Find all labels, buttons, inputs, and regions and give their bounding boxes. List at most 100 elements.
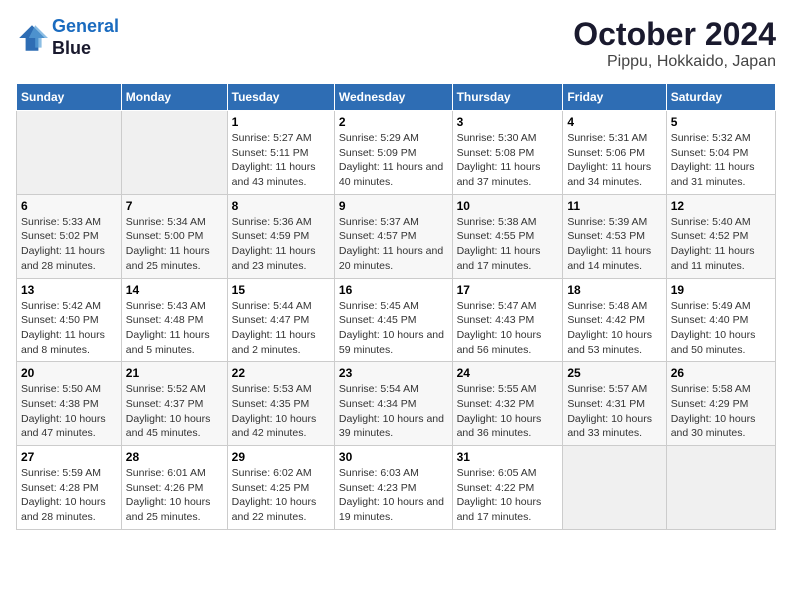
weekday-header: Thursday	[452, 84, 563, 111]
day-detail: Sunrise: 5:29 AMSunset: 5:09 PMDaylight:…	[339, 131, 448, 190]
calendar-week-row: 6 Sunrise: 5:33 AMSunset: 5:02 PMDaylight…	[17, 194, 776, 278]
calendar-cell: 17 Sunrise: 5:47 AMSunset: 4:43 PMDayligh…	[452, 278, 563, 362]
day-detail: Sunrise: 5:59 AMSunset: 4:28 PMDaylight:…	[21, 466, 117, 525]
calendar-cell: 18 Sunrise: 5:48 AMSunset: 4:42 PMDayligh…	[563, 278, 666, 362]
calendar-week-row: 20 Sunrise: 5:50 AMSunset: 4:38 PMDayligh…	[17, 362, 776, 446]
calendar-cell: 12 Sunrise: 5:40 AMSunset: 4:52 PMDayligh…	[666, 194, 775, 278]
day-number: 23	[339, 366, 448, 380]
day-detail: Sunrise: 5:40 AMSunset: 4:52 PMDaylight:…	[671, 215, 771, 274]
day-number: 6	[21, 199, 117, 213]
day-number: 11	[567, 199, 661, 213]
day-number: 2	[339, 115, 448, 129]
calendar-cell: 28 Sunrise: 6:01 AMSunset: 4:26 PMDayligh…	[121, 446, 227, 530]
day-detail: Sunrise: 5:47 AMSunset: 4:43 PMDaylight:…	[457, 299, 559, 358]
day-detail: Sunrise: 5:27 AMSunset: 5:11 PMDaylight:…	[232, 131, 330, 190]
day-detail: Sunrise: 5:48 AMSunset: 4:42 PMDaylight:…	[567, 299, 661, 358]
day-number: 29	[232, 450, 330, 464]
logo: General Blue	[16, 16, 119, 59]
calendar-cell: 31 Sunrise: 6:05 AMSunset: 4:22 PMDayligh…	[452, 446, 563, 530]
day-detail: Sunrise: 6:05 AMSunset: 4:22 PMDaylight:…	[457, 466, 559, 525]
calendar-table: SundayMondayTuesdayWednesdayThursdayFrid…	[16, 83, 776, 530]
day-detail: Sunrise: 5:38 AMSunset: 4:55 PMDaylight:…	[457, 215, 559, 274]
day-detail: Sunrise: 5:32 AMSunset: 5:04 PMDaylight:…	[671, 131, 771, 190]
day-number: 3	[457, 115, 559, 129]
calendar-cell: 30 Sunrise: 6:03 AMSunset: 4:23 PMDayligh…	[334, 446, 452, 530]
day-detail: Sunrise: 5:30 AMSunset: 5:08 PMDaylight:…	[457, 131, 559, 190]
day-number: 28	[126, 450, 223, 464]
calendar-cell: 25 Sunrise: 5:57 AMSunset: 4:31 PMDayligh…	[563, 362, 666, 446]
day-number: 7	[126, 199, 223, 213]
calendar-cell: 6 Sunrise: 5:33 AMSunset: 5:02 PMDaylight…	[17, 194, 122, 278]
calendar-cell: 23 Sunrise: 5:54 AMSunset: 4:34 PMDayligh…	[334, 362, 452, 446]
day-number: 30	[339, 450, 448, 464]
day-number: 9	[339, 199, 448, 213]
calendar-cell	[563, 446, 666, 530]
day-number: 24	[457, 366, 559, 380]
day-detail: Sunrise: 6:03 AMSunset: 4:23 PMDaylight:…	[339, 466, 448, 525]
calendar-cell	[17, 111, 122, 195]
day-number: 17	[457, 283, 559, 297]
calendar-cell: 24 Sunrise: 5:55 AMSunset: 4:32 PMDayligh…	[452, 362, 563, 446]
page-header: General Blue October 2024 Pippu, Hokkaid…	[16, 16, 776, 71]
weekday-header: Wednesday	[334, 84, 452, 111]
logo-line2: Blue	[52, 38, 119, 60]
day-number: 31	[457, 450, 559, 464]
calendar-body: 1 Sunrise: 5:27 AMSunset: 5:11 PMDaylight…	[17, 111, 776, 530]
calendar-cell: 13 Sunrise: 5:42 AMSunset: 4:50 PMDayligh…	[17, 278, 122, 362]
weekday-header: Monday	[121, 84, 227, 111]
logo-icon	[16, 22, 48, 54]
weekday-header: Tuesday	[227, 84, 334, 111]
day-number: 26	[671, 366, 771, 380]
page-subtitle: Pippu, Hokkaido, Japan	[573, 53, 776, 71]
calendar-cell: 8 Sunrise: 5:36 AMSunset: 4:59 PMDaylight…	[227, 194, 334, 278]
calendar-week-row: 1 Sunrise: 5:27 AMSunset: 5:11 PMDaylight…	[17, 111, 776, 195]
day-detail: Sunrise: 5:57 AMSunset: 4:31 PMDaylight:…	[567, 382, 661, 441]
day-number: 21	[126, 366, 223, 380]
weekday-header: Saturday	[666, 84, 775, 111]
day-number: 14	[126, 283, 223, 297]
day-number: 4	[567, 115, 661, 129]
title-block: October 2024 Pippu, Hokkaido, Japan	[573, 16, 776, 71]
day-detail: Sunrise: 5:50 AMSunset: 4:38 PMDaylight:…	[21, 382, 117, 441]
logo-text: General Blue	[52, 16, 119, 59]
calendar-cell: 19 Sunrise: 5:49 AMSunset: 4:40 PMDayligh…	[666, 278, 775, 362]
day-detail: Sunrise: 5:55 AMSunset: 4:32 PMDaylight:…	[457, 382, 559, 441]
day-detail: Sunrise: 5:37 AMSunset: 4:57 PMDaylight:…	[339, 215, 448, 274]
day-number: 25	[567, 366, 661, 380]
day-number: 18	[567, 283, 661, 297]
calendar-cell: 20 Sunrise: 5:50 AMSunset: 4:38 PMDayligh…	[17, 362, 122, 446]
calendar-cell: 2 Sunrise: 5:29 AMSunset: 5:09 PMDaylight…	[334, 111, 452, 195]
weekday-header: Sunday	[17, 84, 122, 111]
day-number: 20	[21, 366, 117, 380]
day-number: 5	[671, 115, 771, 129]
day-detail: Sunrise: 5:53 AMSunset: 4:35 PMDaylight:…	[232, 382, 330, 441]
day-detail: Sunrise: 5:54 AMSunset: 4:34 PMDaylight:…	[339, 382, 448, 441]
day-number: 1	[232, 115, 330, 129]
day-number: 12	[671, 199, 771, 213]
calendar-cell: 15Sunrise: 5:44 AMSunset: 4:47 PMDayligh…	[227, 278, 334, 362]
calendar-cell: 10 Sunrise: 5:38 AMSunset: 4:55 PMDayligh…	[452, 194, 563, 278]
calendar-cell: 26Sunrise: 5:58 AMSunset: 4:29 PMDayligh…	[666, 362, 775, 446]
calendar-cell	[666, 446, 775, 530]
calendar-cell: 1 Sunrise: 5:27 AMSunset: 5:11 PMDaylight…	[227, 111, 334, 195]
day-number: 13	[21, 283, 117, 297]
day-detail: Sunrise: 5:39 AMSunset: 4:53 PMDaylight:…	[567, 215, 661, 274]
day-detail: Sunrise: 5:43 AMSunset: 4:48 PMDaylight:…	[126, 299, 223, 358]
day-number: 15	[232, 283, 330, 297]
calendar-cell: 4Sunrise: 5:31 AMSunset: 5:06 PMDaylight…	[563, 111, 666, 195]
calendar-cell: 29Sunrise: 6:02 AMSunset: 4:25 PMDayligh…	[227, 446, 334, 530]
day-number: 10	[457, 199, 559, 213]
calendar-cell: 22Sunrise: 5:53 AMSunset: 4:35 PMDayligh…	[227, 362, 334, 446]
calendar-cell: 7Sunrise: 5:34 AMSunset: 5:00 PMDaylight…	[121, 194, 227, 278]
day-detail: Sunrise: 5:33 AMSunset: 5:02 PMDaylight:…	[21, 215, 117, 274]
day-detail: Sunrise: 5:36 AMSunset: 4:59 PMDaylight:…	[232, 215, 330, 274]
calendar-cell: 11 Sunrise: 5:39 AMSunset: 4:53 PMDayligh…	[563, 194, 666, 278]
day-number: 27	[21, 450, 117, 464]
calendar-cell: 27 Sunrise: 5:59 AMSunset: 4:28 PMDayligh…	[17, 446, 122, 530]
day-detail: Sunrise: 5:42 AMSunset: 4:50 PMDaylight:…	[21, 299, 117, 358]
day-number: 19	[671, 283, 771, 297]
day-number: 8	[232, 199, 330, 213]
day-detail: Sunrise: 5:49 AMSunset: 4:40 PMDaylight:…	[671, 299, 771, 358]
weekday-header: Friday	[563, 84, 666, 111]
day-detail: Sunrise: 6:01 AMSunset: 4:26 PMDaylight:…	[126, 466, 223, 525]
